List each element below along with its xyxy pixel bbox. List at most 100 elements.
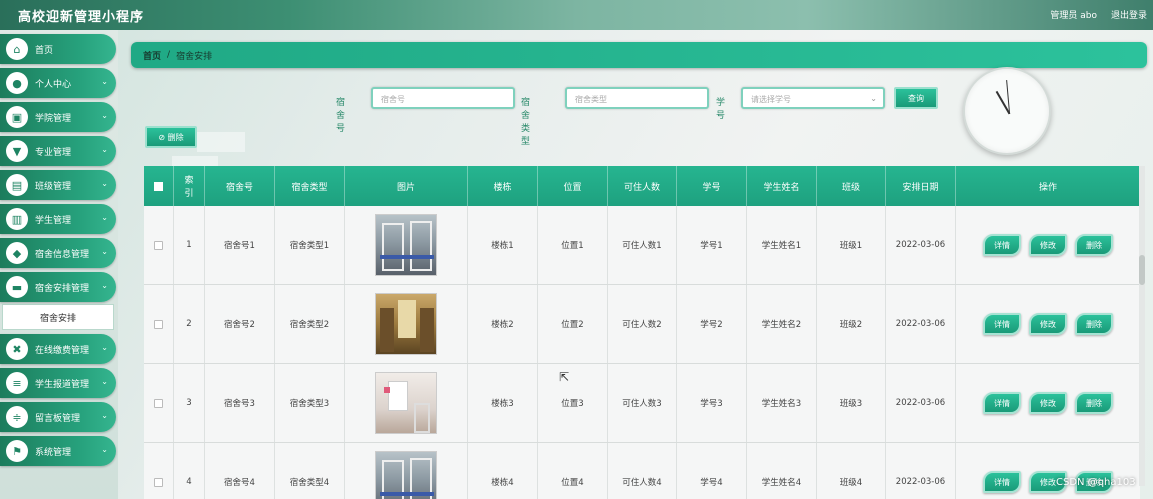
clock-decoration xyxy=(963,67,1051,155)
table-scrollbar[interactable] xyxy=(1139,166,1145,486)
cell-actions: 详情 修改 删除 xyxy=(956,206,1140,284)
sidebar-item-label: 学生报道管理 xyxy=(35,379,90,390)
cell-dorm-no: 宿舍号1 xyxy=(205,206,275,284)
chevron-down-icon: ⌄ xyxy=(101,77,108,86)
dorm-type-input[interactable]: 宿舍类型 xyxy=(565,87,709,109)
cell-student-no: 学号2 xyxy=(677,285,747,363)
row-checkbox[interactable] xyxy=(154,398,163,408)
sidebar-item-10[interactable]: ≑ 留言板管理 ⌄ xyxy=(0,402,116,432)
sidebar-item-label: 系统管理 xyxy=(35,447,72,458)
dorm-photo[interactable] xyxy=(375,293,437,355)
sidebar: ⌂ 首页 ● 个人中心 ⌄ ▣ 学院管理 ⌄ ▼ 专业管理 ⌄ ▤ 班级管理 ⌄ ▥ 学生管理 ⌄ ◆ 宿舍信息管理… xyxy=(0,30,118,499)
sidebar-item-3[interactable]: ▼ 专业管理 ⌄ xyxy=(0,136,116,166)
table-scrollbar-thumb[interactable] xyxy=(1139,255,1145,285)
query-button[interactable]: 查询 xyxy=(894,87,938,109)
class-icon: ▤ xyxy=(6,174,28,196)
header-capacity: 可住人数 xyxy=(608,166,677,206)
row-checkbox[interactable] xyxy=(154,319,163,329)
detail-button[interactable]: 详情 xyxy=(983,234,1021,256)
cell-dorm-type: 宿舍类型4 xyxy=(275,443,345,499)
cell-student-name: 学生姓名2 xyxy=(747,285,817,363)
logout-link[interactable]: 退出登录 xyxy=(1111,8,1147,21)
header-actions: 操作 xyxy=(1038,182,1057,193)
cell-building: 楼栋1 xyxy=(468,206,538,284)
row-select-cell xyxy=(144,285,174,363)
delete-button[interactable]: 删除 xyxy=(1075,392,1113,414)
dorm-photo[interactable] xyxy=(375,214,437,276)
watermark: CSDN @qha103 xyxy=(1056,477,1136,488)
edit-button[interactable]: 修改 xyxy=(1029,313,1067,335)
cell-date: 2022-03-06 xyxy=(886,443,956,499)
sidebar-item-label: 首页 xyxy=(35,45,54,56)
message-icon: ≑ xyxy=(6,406,28,428)
row-select-cell xyxy=(144,206,174,284)
sidebar-item-label: 个人中心 xyxy=(35,79,72,90)
sidebar-subitem-active[interactable]: 宿舍安排 xyxy=(2,304,114,330)
delete-button[interactable]: 删除 xyxy=(1075,313,1113,335)
sidebar-item-label: 宿舍安排管理 xyxy=(35,283,90,294)
select-all-checkbox[interactable] xyxy=(154,181,163,191)
sidebar-item-5[interactable]: ▥ 学生管理 ⌄ xyxy=(0,204,116,234)
header-location: 位置 xyxy=(538,166,608,206)
sidebar-item-8[interactable]: ✖ 在线缴费管理 ⌄ xyxy=(0,334,116,364)
header-building: 楼栋 xyxy=(468,166,538,206)
detail-button[interactable]: 详情 xyxy=(983,392,1021,414)
home-icon: ⌂ xyxy=(6,38,28,60)
cell-photo xyxy=(345,285,468,363)
flag-icon: ⚑ xyxy=(6,440,28,462)
cell-location: 位置3 xyxy=(538,364,608,442)
detail-button[interactable]: 详情 xyxy=(983,471,1021,493)
cell-building: 楼栋3 xyxy=(468,364,538,442)
breadcrumb: 首页 / 宿舍安排 xyxy=(131,42,1147,68)
top-bar: 高校迎新管理小程序 管理员 abo 退出登录 xyxy=(0,0,1153,30)
sidebar-item-1[interactable]: ● 个人中心 ⌄ xyxy=(0,68,116,98)
breadcrumb-current: 宿舍安排 xyxy=(176,51,213,62)
chevron-down-icon: ⌄ xyxy=(101,111,108,120)
detail-button[interactable]: 详情 xyxy=(983,313,1021,335)
breadcrumb-separator: / xyxy=(167,50,171,60)
cell-student-name: 学生姓名4 xyxy=(747,443,817,499)
sidebar-item-0[interactable]: ⌂ 首页 xyxy=(0,34,116,64)
table-row: 4 宿舍号4 宿舍类型4 楼栋4 位置4 可住人数4 学号4 学生姓名4 班级4 2022-03-… xyxy=(144,443,1140,499)
chevron-down-icon: ⌄ xyxy=(101,445,108,454)
cell-location: 位置2 xyxy=(538,285,608,363)
student-no-select[interactable]: 请选择学号 ⌄ xyxy=(741,87,885,109)
sidebar-item-6[interactable]: ◆ 宿舍信息管理 ⌄ xyxy=(0,238,116,268)
dorm-no-input[interactable]: 宿舍号 xyxy=(371,87,515,109)
dorm-photo[interactable] xyxy=(375,372,437,434)
cell-building: 楼栋4 xyxy=(468,443,538,499)
row-select-cell xyxy=(144,364,174,442)
book-icon: ▼ xyxy=(6,140,28,162)
edit-button[interactable]: 修改 xyxy=(1029,392,1067,414)
delete-button[interactable]: 删除 xyxy=(1075,234,1113,256)
header-index: 索引 xyxy=(174,166,205,206)
sidebar-item-7[interactable]: ▬ 宿舍安排管理 ⌄ xyxy=(0,272,116,302)
chevron-down-icon: ⌄ xyxy=(101,281,108,290)
header-class: 班级 xyxy=(817,166,886,206)
user-icon: ● xyxy=(6,72,28,94)
sidebar-item-label: 在线缴费管理 xyxy=(35,345,90,356)
cell-index: 3 xyxy=(174,364,205,442)
payment-icon: ✖ xyxy=(6,338,28,360)
row-checkbox[interactable] xyxy=(154,240,163,250)
cell-location: 位置4 xyxy=(538,443,608,499)
cell-capacity: 可住人数4 xyxy=(608,443,677,499)
cell-capacity: 可住人数3 xyxy=(608,364,677,442)
cell-class: 班级3 xyxy=(817,364,886,442)
sidebar-item-label: 专业管理 xyxy=(35,147,72,158)
cell-class: 班级2 xyxy=(817,285,886,363)
sidebar-item-4[interactable]: ▤ 班级管理 ⌄ xyxy=(0,170,116,200)
batch-delete-button[interactable]: ⊘ 删除 xyxy=(145,126,197,148)
sidebar-item-9[interactable]: ≡ 学生报道管理 ⌄ xyxy=(0,368,116,398)
dorm-photo[interactable] xyxy=(375,451,437,499)
row-checkbox[interactable] xyxy=(154,477,163,487)
user-label: 管理员 abo xyxy=(1050,11,1097,21)
sidebar-item-label: 宿舍信息管理 xyxy=(35,249,90,260)
header-dorm-type: 宿舍类型 xyxy=(275,166,345,206)
breadcrumb-home[interactable]: 首页 xyxy=(143,49,161,62)
sidebar-item-11[interactable]: ⚑ 系统管理 ⌄ xyxy=(0,436,116,466)
cell-photo xyxy=(345,206,468,284)
edit-button[interactable]: 修改 xyxy=(1029,234,1067,256)
sidebar-item-2[interactable]: ▣ 学院管理 ⌄ xyxy=(0,102,116,132)
student-icon: ▥ xyxy=(6,208,28,230)
